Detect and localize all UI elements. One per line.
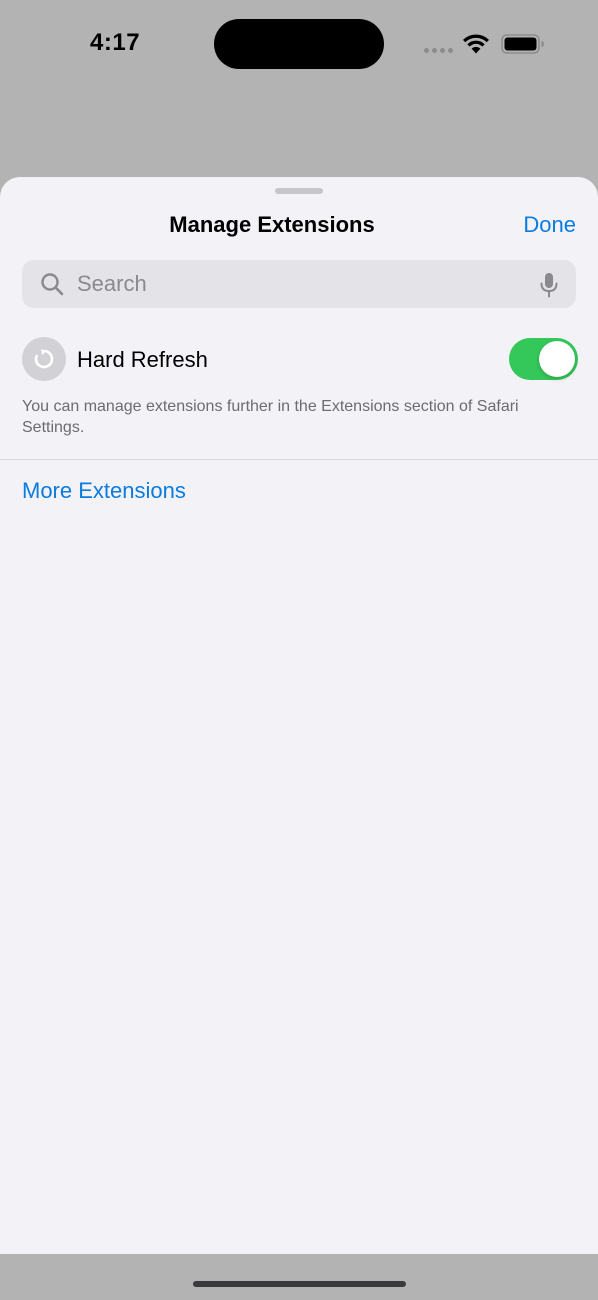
cellular-signal-icon	[424, 48, 453, 53]
search-field[interactable]	[22, 260, 576, 308]
home-indicator[interactable]	[193, 1281, 406, 1287]
hard-refresh-toggle[interactable]	[509, 338, 578, 380]
microphone-icon[interactable]	[540, 272, 558, 298]
extension-name: Hard Refresh	[77, 347, 208, 372]
extensions-footnote: You can manage extensions further in the…	[22, 398, 519, 436]
divider	[0, 459, 598, 460]
toggle-knob	[539, 341, 575, 377]
search-icon	[41, 273, 64, 296]
extension-row-hard-refresh: Hard Refresh	[22, 337, 578, 381]
search-input[interactable]	[77, 260, 517, 308]
manage-extensions-sheet: Manage Extensions Done Hard Refresh You …	[0, 177, 598, 1254]
wifi-icon	[463, 34, 489, 54]
dynamic-island	[214, 19, 384, 69]
sheet-title: Manage Extensions	[169, 212, 375, 237]
done-button[interactable]: Done	[523, 212, 576, 238]
refresh-icon	[22, 337, 66, 381]
more-extensions-link[interactable]: More Extensions	[22, 478, 186, 504]
sheet-grabber[interactable]	[275, 188, 323, 194]
battery-icon	[501, 34, 544, 54]
status-bar: 4:17	[0, 0, 598, 90]
status-time: 4:17	[90, 29, 141, 56]
